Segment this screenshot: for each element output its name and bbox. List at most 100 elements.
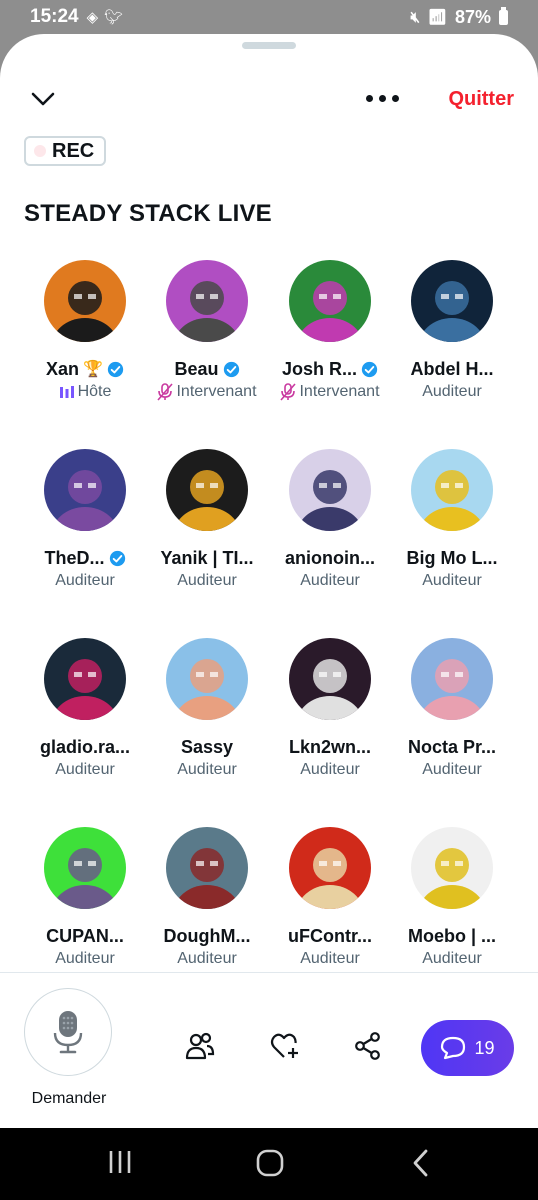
verified-badge-icon — [361, 361, 378, 377]
participant-card[interactable]: Big Mo L... Auditeur — [391, 449, 513, 590]
participant-role: Auditeur — [55, 572, 115, 589]
drag-handle[interactable] — [242, 42, 296, 49]
avatar[interactable] — [411, 827, 493, 909]
participant-card[interactable]: TheD... Auditeur — [24, 449, 146, 590]
participant-name-row: gladio.ra... — [24, 735, 146, 759]
mic-muted-icon — [157, 383, 174, 401]
comments-count: 19 — [474, 1037, 495, 1058]
avatar[interactable] — [44, 260, 126, 342]
participant-card[interactable]: Abdel H... Auditeur — [391, 260, 513, 401]
mute-icon: 🔇︎ — [410, 8, 420, 26]
recording-label: REC — [52, 139, 95, 162]
battery-percent: 87% — [454, 6, 491, 27]
status-time: 15:24 — [30, 6, 79, 27]
avatar[interactable] — [289, 638, 371, 720]
participant-card[interactable]: Yanik | TI... Auditeur — [146, 449, 268, 590]
microphone-icon — [53, 1011, 83, 1054]
comments-button[interactable]: 19 — [421, 1020, 514, 1076]
people-icon[interactable] — [185, 1032, 215, 1060]
avatar[interactable] — [44, 638, 126, 720]
participant-card[interactable]: CUPAN... Auditeur — [24, 827, 146, 968]
status-right: 🔇︎ 📶︎ 87% — [410, 6, 508, 28]
participant-card[interactable]: gladio.ra... Auditeur — [24, 638, 146, 779]
participant-role-row: Auditeur — [391, 383, 513, 401]
request-mic-button[interactable] — [24, 988, 112, 1076]
participant-role-row: Auditeur — [269, 761, 391, 779]
participant-name: Josh R... — [281, 358, 357, 379]
verified-badge-icon — [109, 550, 125, 566]
participant-role: Auditeur — [55, 761, 115, 778]
battery-icon — [499, 6, 508, 25]
avatar[interactable] — [166, 449, 248, 531]
participant-role-row: Auditeur — [24, 572, 146, 590]
system-nav-bar — [0, 1128, 538, 1200]
space-title: STEADY STACK LIVE — [24, 200, 272, 227]
participant-card[interactable]: Xan 🏆 Hôte — [24, 260, 146, 401]
participant-card[interactable]: uFContr... Auditeur — [269, 827, 391, 968]
mic-muted-icon — [280, 383, 297, 401]
participant-role: Auditeur — [422, 761, 482, 778]
avatar[interactable] — [44, 449, 126, 531]
chevron-down-icon[interactable] — [30, 86, 56, 112]
avatar[interactable] — [411, 638, 493, 720]
avatar[interactable] — [166, 827, 248, 909]
app-notification-icon: ◈ — [86, 9, 99, 26]
more-options-icon[interactable] — [366, 95, 399, 102]
share-icon[interactable] — [354, 1032, 382, 1060]
participant-name: DoughM... — [163, 925, 251, 946]
participant-name: Xan — [46, 358, 80, 379]
participant-name: Big Mo L... — [406, 547, 498, 568]
participant-role: Auditeur — [422, 383, 482, 400]
participant-role: Auditeur — [300, 572, 360, 589]
participant-role-row: Hôte — [24, 383, 146, 401]
participant-card[interactable]: Nocta Pr... Auditeur — [391, 638, 513, 779]
verified-badge-icon — [107, 361, 124, 377]
avatar[interactable] — [166, 260, 248, 342]
participant-name-row: Abdel H... — [391, 357, 513, 381]
twitter-bird-icon: 🐦︎ — [104, 9, 124, 26]
participant-card[interactable]: Beau Intervenant — [146, 260, 268, 401]
participant-role: Hôte — [77, 383, 112, 400]
participant-card[interactable]: Josh R... Intervenant — [269, 260, 391, 401]
participant-name-row: Moebo | ... — [391, 924, 513, 948]
recent-apps-icon[interactable] — [106, 1148, 134, 1176]
participant-name-row: CUPAN... — [24, 924, 146, 948]
participant-card[interactable]: DoughM... Auditeur — [146, 827, 268, 968]
participant-role-row: Auditeur — [146, 572, 268, 590]
avatar[interactable] — [289, 449, 371, 531]
bottom-divider — [0, 972, 538, 973]
avatar[interactable] — [44, 827, 126, 909]
participant-name: gladio.ra... — [39, 736, 131, 757]
quit-button[interactable]: Quitter — [448, 88, 514, 111]
participant-role: Auditeur — [422, 950, 482, 967]
heart-plus-icon[interactable] — [270, 1032, 300, 1060]
avatar[interactable] — [411, 449, 493, 531]
avatar[interactable] — [289, 260, 371, 342]
participant-role-row: Auditeur — [146, 761, 268, 779]
participant-name: CUPAN... — [46, 925, 124, 946]
avatar[interactable] — [289, 827, 371, 909]
participant-role-row: Auditeur — [24, 950, 146, 968]
participant-role-row: Auditeur — [391, 950, 513, 968]
participant-role: Auditeur — [177, 950, 237, 967]
chat-bubble-icon — [441, 1036, 466, 1060]
home-icon[interactable] — [255, 1148, 285, 1178]
participant-role: Auditeur — [55, 950, 115, 967]
participant-name: Sassy — [180, 736, 234, 757]
back-icon[interactable] — [410, 1148, 432, 1178]
participant-card[interactable]: Lkn2wn... Auditeur — [269, 638, 391, 779]
avatar[interactable] — [166, 638, 248, 720]
participant-name-row: uFContr... — [269, 924, 391, 948]
participant-card[interactable]: anionoin... Auditeur — [269, 449, 391, 590]
participant-name: uFContr... — [288, 925, 372, 946]
participant-role-row: Auditeur — [24, 761, 146, 779]
request-label: Demander — [31, 1090, 107, 1107]
participant-card[interactable]: Moebo | ... Auditeur — [391, 827, 513, 968]
participant-role: Auditeur — [300, 761, 360, 778]
participant-name: TheD... — [44, 547, 105, 568]
participant-card[interactable]: Sassy Auditeur — [146, 638, 268, 779]
participant-name-row: anionoin... — [269, 546, 391, 570]
avatar[interactable] — [411, 260, 493, 342]
participant-name-row: Sassy — [146, 735, 268, 759]
participant-role-row: Auditeur — [146, 950, 268, 968]
